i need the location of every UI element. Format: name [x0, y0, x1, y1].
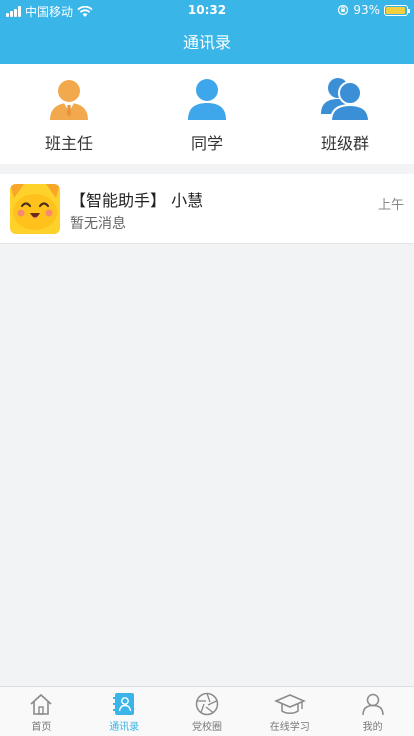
classmate-icon: [188, 79, 226, 120]
assistant-avatar-icon: [10, 184, 60, 234]
contact-categories: 班主任 同学 班级群: [0, 64, 414, 164]
category-label: 同学: [190, 134, 223, 153]
page-title: 通讯录: [182, 33, 231, 52]
tab-label: 党校圈: [191, 722, 222, 733]
status-right: 93%: [337, 3, 410, 17]
tab-party-circle[interactable]: 党校圈: [166, 687, 249, 736]
tab-label: 在线学习: [269, 722, 310, 733]
category-label: 班级群: [320, 134, 369, 153]
graduation-cap-icon: [273, 694, 306, 714]
category-class-group[interactable]: 班级群: [276, 64, 414, 164]
teacher-icon: [50, 80, 88, 120]
status-bar: 中国移动 10:32 93%: [0, 0, 414, 22]
tab-label: 通讯录: [109, 722, 140, 733]
tab-home[interactable]: 首页: [0, 687, 83, 736]
tab-online-learning[interactable]: 在线学习: [248, 687, 331, 736]
message-preview: 暂无消息: [70, 216, 126, 232]
category-teacher[interactable]: 班主任: [0, 64, 138, 164]
profile-icon: [361, 693, 384, 716]
message-title: 【智能助手】 小慧: [70, 191, 204, 210]
tab-mine[interactable]: 我的: [331, 687, 414, 736]
message-item-assistant[interactable]: 【智能助手】 小慧 暂无消息 上午: [0, 174, 414, 244]
aperture-icon: [195, 692, 219, 716]
battery-percent: 93%: [353, 3, 380, 17]
home-icon: [30, 693, 52, 715]
nav-bar: 通讯录: [0, 22, 414, 64]
tab-contacts[interactable]: 通讯录: [83, 687, 166, 736]
class-group-icon: [321, 78, 370, 122]
tab-bar: 首页 通讯录 党校圈 在线学习 我的: [0, 686, 414, 736]
message-time: 上午: [377, 198, 404, 213]
orientation-lock-icon: [338, 4, 349, 16]
tab-label: 我的: [362, 722, 383, 733]
battery-icon: [384, 4, 410, 16]
category-classmates[interactable]: 同学: [138, 64, 276, 164]
category-label: 班主任: [44, 134, 93, 153]
contacts-icon: [113, 693, 135, 715]
tab-label: 首页: [31, 722, 52, 733]
